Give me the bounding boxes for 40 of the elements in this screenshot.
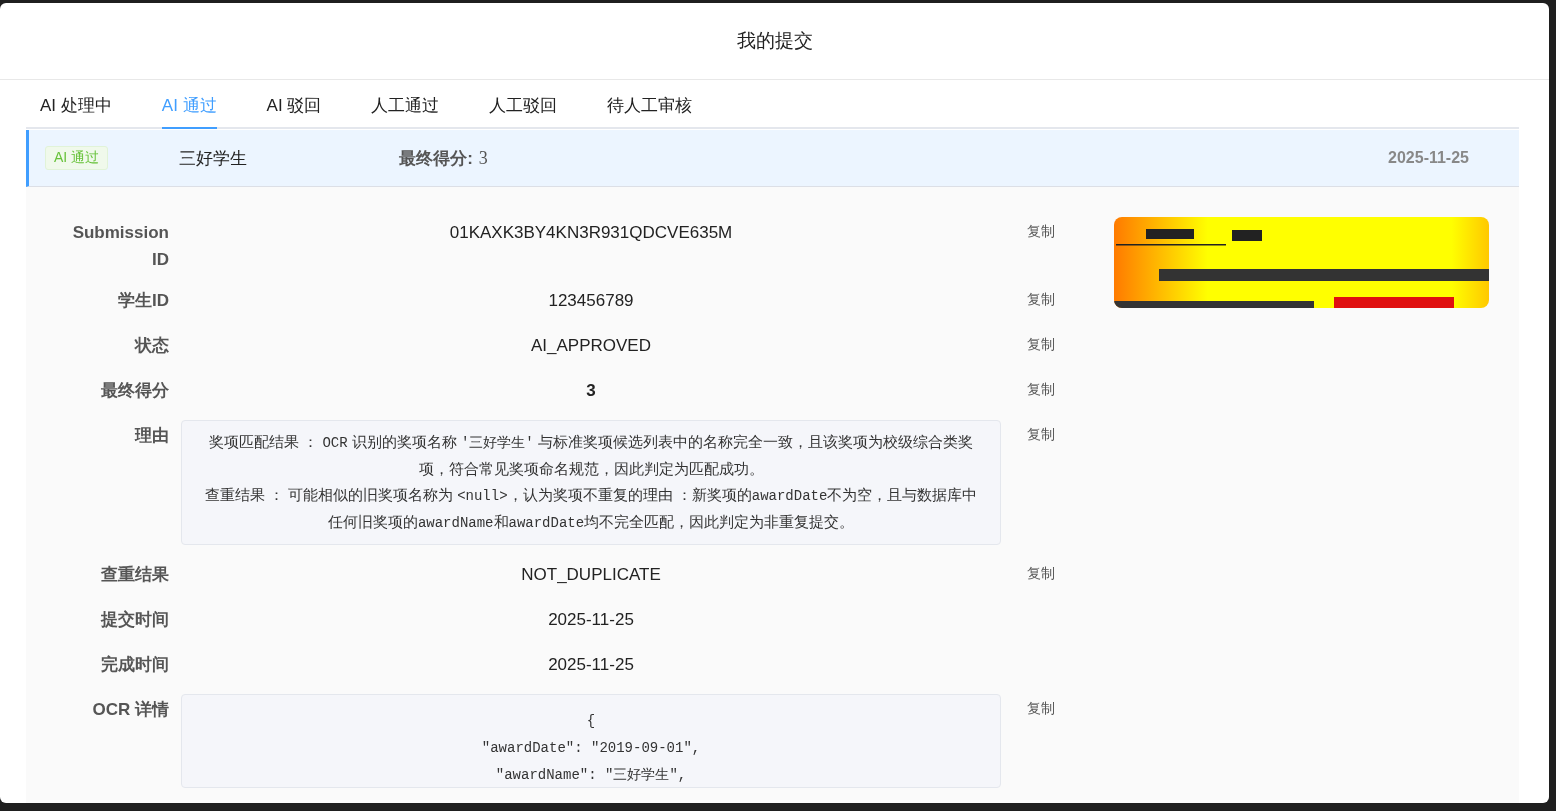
status-tag: AI 通过 bbox=[45, 146, 109, 170]
tab[interactable]: AI 处理中 bbox=[40, 80, 112, 129]
tab[interactable]: 人工通过 bbox=[371, 80, 440, 129]
copy-link[interactable]: 复制 bbox=[1001, 420, 1074, 444]
dialog-title: 我的提交 bbox=[0, 3, 1549, 80]
field-value: 123456789 bbox=[547, 290, 635, 312]
tab[interactable]: 人工驳回 bbox=[489, 80, 558, 129]
field-label: 理由 bbox=[133, 425, 170, 447]
submission-date: 2025-11-25 bbox=[1388, 149, 1469, 167]
copy-link[interactable]: 复制 bbox=[1001, 330, 1074, 354]
reason-paragraph: 查重结果 ： 可能相似的旧奖项名称为 <null>，认为奖项不重复的理由 ：新奖项的awardDate不为空，且与数据库中任何旧奖项的awardName和awardDate均不完全匹配，因此判定为非重复提交。 bbox=[203, 485, 979, 533]
field-value: 3 bbox=[585, 380, 597, 402]
field-label: 查重结果 bbox=[100, 564, 170, 586]
field-value: 01KAXK3BY4KN3R931QDCVE635M bbox=[448, 222, 734, 244]
score-value: 3 bbox=[478, 147, 488, 169]
field-value: 2025-11-25 bbox=[547, 654, 635, 676]
code-line: "awardDate": "2019-09-01", bbox=[481, 740, 701, 756]
field-label: 最终得分 bbox=[100, 380, 170, 402]
award-name: 三好学生 bbox=[179, 147, 249, 170]
submission-header[interactable]: AI 通过 三好学生 最终得分: 3 2025-11-25 bbox=[26, 130, 1519, 187]
field-value: NOT_DUPLICATE bbox=[520, 564, 662, 586]
reason-paragraph: 奖项匹配结果 ： OCR 识别的奖项名称 '三好学生' 与标准奖项候选列表中的名称完全一致，且该奖项为校级综合类奖项，符合常见奖项命名规范，因此判定为匹配成功。 bbox=[208, 432, 974, 479]
code-line: { bbox=[586, 713, 596, 729]
field-label: 提交时间 bbox=[99, 609, 170, 631]
copy-link[interactable]: 复制 bbox=[1001, 559, 1074, 583]
tab[interactable]: 待人工审核 bbox=[607, 80, 693, 129]
field-label: 状态 bbox=[133, 335, 170, 357]
field-label: 学生ID bbox=[117, 290, 170, 312]
copy-link[interactable]: 复制 bbox=[1001, 217, 1074, 241]
copy-link[interactable]: 复制 bbox=[1001, 285, 1074, 309]
field-value: 2025-11-25 bbox=[547, 609, 635, 631]
tab[interactable]: AI 驳回 bbox=[266, 80, 322, 129]
field-label: OCR 详情 bbox=[91, 699, 170, 721]
field-label: 完成时间 bbox=[100, 654, 170, 676]
copy-link[interactable]: 复制 bbox=[1001, 375, 1074, 399]
field-label: Submission ID bbox=[71, 222, 170, 271]
code-line: "awardName": "三好学生", bbox=[495, 767, 687, 783]
score-label: 最终得分: bbox=[399, 147, 473, 170]
copy-link[interactable]: 复制 bbox=[1001, 694, 1074, 718]
field-value: AI_APPROVED bbox=[530, 335, 652, 357]
